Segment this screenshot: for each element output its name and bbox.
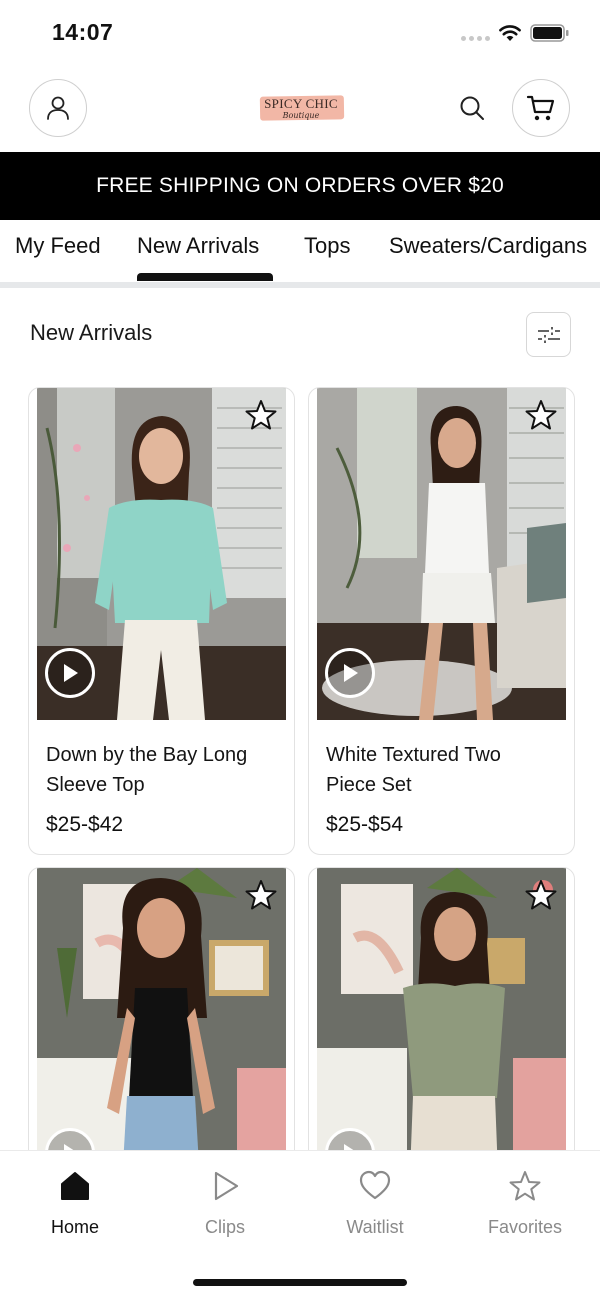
search-icon	[460, 96, 484, 120]
star-icon	[509, 1171, 541, 1201]
nav-favorites[interactable]: Favorites	[465, 1169, 585, 1238]
nav-clips-label: Clips	[204, 1217, 245, 1237]
play-icon	[214, 1171, 239, 1201]
category-tabs: My Feed New Arrivals Tops Sweaters/Cardi…	[0, 220, 600, 288]
heart-icon	[359, 1170, 391, 1200]
play-icon	[344, 1144, 354, 1150]
product-image[interactable]	[317, 868, 566, 1150]
play-icon	[344, 664, 358, 682]
home-indicator[interactable]	[193, 1279, 407, 1286]
product-card[interactable]: Down by the Bay Long Sleeve Top $25-$42	[28, 387, 295, 855]
product-name[interactable]: Down by the Bay Long Sleeve Top	[46, 740, 276, 800]
nav-favorites-label: Favorites	[487, 1217, 563, 1237]
battery-icon	[530, 24, 569, 42]
cart-icon	[526, 95, 555, 121]
product-grid: Down by the Bay Long Sleeve Top $25-$42	[0, 387, 600, 1150]
bottom-tab-bar: Home Clips Waitlist Favorites	[0, 1150, 600, 1299]
favorite-star-icon[interactable]	[524, 878, 558, 912]
cart-button[interactable]	[512, 79, 570, 137]
play-icon	[64, 1144, 74, 1150]
nav-waitlist-label: Waitlist	[346, 1217, 404, 1237]
section-title: New Arrivals	[30, 320, 153, 345]
nav-clips[interactable]: Clips	[165, 1169, 285, 1238]
tab-tops[interactable]: Tops	[304, 233, 350, 259]
product-image[interactable]	[37, 868, 286, 1150]
nav-home[interactable]: Home	[15, 1169, 135, 1238]
product-card[interactable]	[308, 867, 575, 1150]
product-name[interactable]: White Textured Two Piece Set	[326, 740, 556, 800]
tab-new-arrivals[interactable]: New Arrivals	[137, 233, 259, 259]
wifi-icon	[499, 25, 521, 41]
product-card[interactable]	[28, 867, 295, 1150]
favorite-star-icon[interactable]	[244, 398, 278, 432]
favorite-star-icon[interactable]	[524, 398, 558, 432]
filter-button[interactable]	[526, 312, 571, 357]
tab-sweaters-cardigans[interactable]: Sweaters/Cardigans	[389, 233, 587, 259]
search-button[interactable]	[456, 92, 488, 124]
sliders-icon	[537, 326, 560, 343]
status-bar: 14:07	[0, 0, 600, 66]
promo-banner[interactable]: FREE SHIPPING ON ORDERS OVER $20	[0, 152, 600, 220]
product-image[interactable]	[317, 388, 566, 720]
play-icon	[64, 664, 78, 682]
status-time: 14:07	[52, 19, 114, 45]
product-image[interactable]	[37, 388, 286, 720]
nav-waitlist[interactable]: Waitlist	[315, 1169, 435, 1238]
product-price: $25-$42	[46, 813, 124, 836]
app-header: SPICY CHIC Boutique	[0, 66, 600, 152]
product-card[interactable]: White Textured Two Piece Set $25-$54	[308, 387, 575, 855]
promo-banner-text: FREE SHIPPING ON ORDERS OVER $20	[96, 174, 504, 197]
play-video-button[interactable]	[325, 648, 375, 698]
product-price: $25-$54	[326, 813, 404, 836]
favorite-star-icon[interactable]	[244, 878, 278, 912]
brand-logo[interactable]: SPICY CHIC Boutique	[256, 92, 346, 126]
logo-subtext: Boutique	[282, 111, 320, 120]
active-tab-indicator	[137, 273, 273, 281]
nav-home-label: Home	[50, 1217, 99, 1237]
home-icon	[61, 1172, 89, 1200]
cellular-signal-icon	[461, 36, 491, 42]
tabs-divider	[0, 282, 600, 288]
play-video-button[interactable]	[45, 648, 95, 698]
person-icon	[47, 96, 69, 120]
tab-my-feed[interactable]: My Feed	[15, 233, 101, 259]
logo-text: SPICY CHIC	[264, 96, 338, 111]
account-button[interactable]	[29, 79, 87, 137]
